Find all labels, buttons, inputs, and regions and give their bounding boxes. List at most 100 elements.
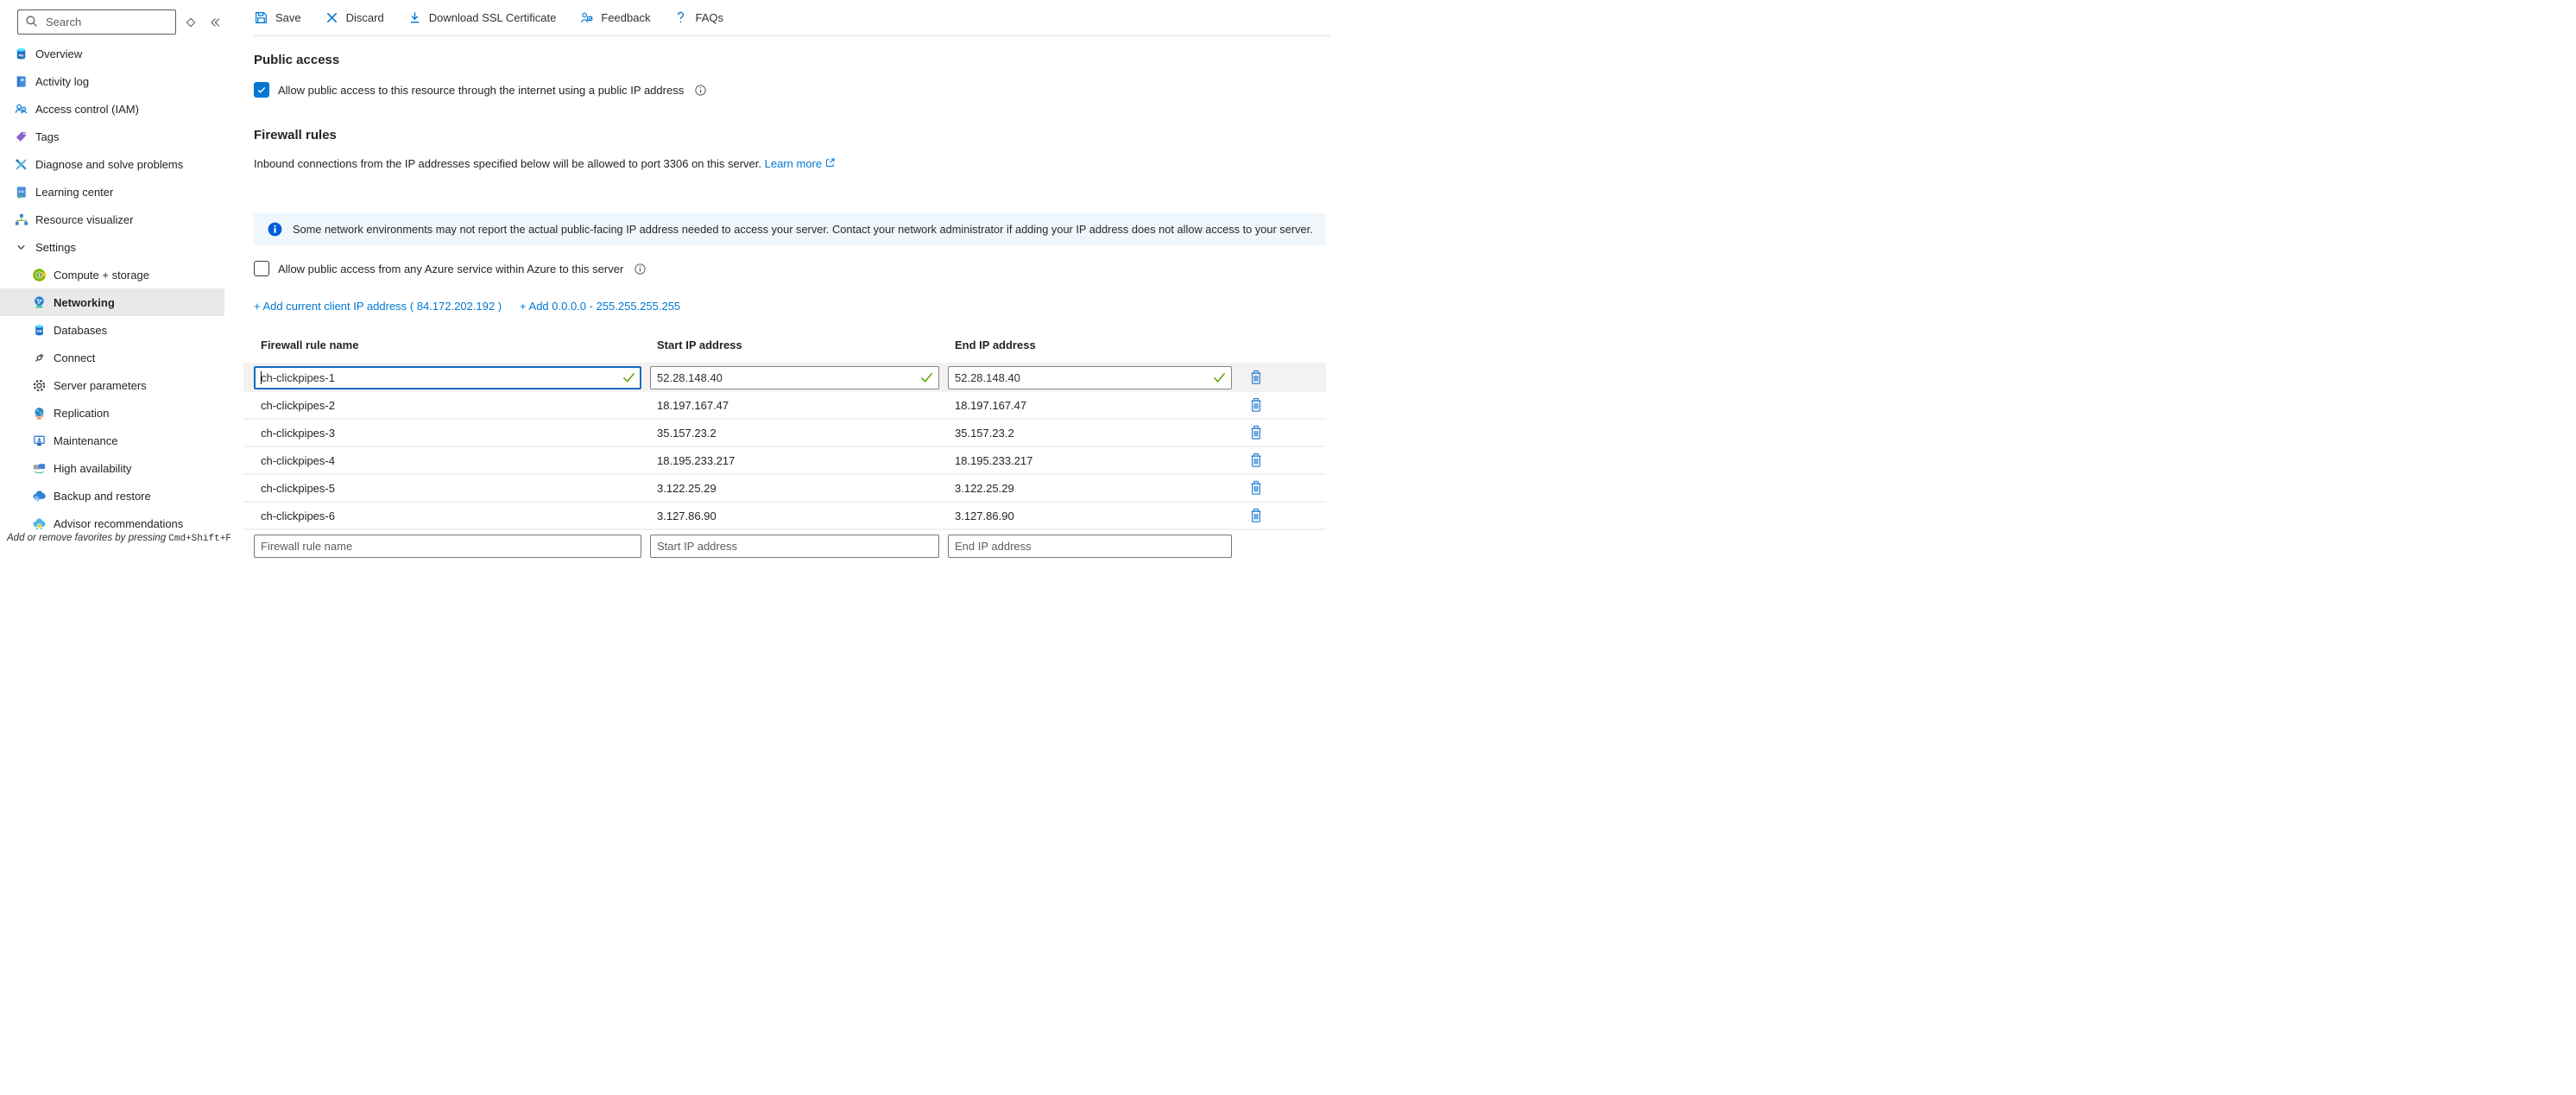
public-access-checkbox[interactable]	[254, 82, 269, 98]
backup-restore-icon	[32, 489, 47, 503]
save-button[interactable]: Save	[254, 10, 301, 25]
new-end-ip-input[interactable]	[948, 535, 1232, 558]
svg-text:DB: DB	[37, 328, 42, 332]
download-ssl-label: Download SSL Certificate	[429, 11, 557, 24]
sidebar-item-activity-log[interactable]: Activity log	[0, 67, 224, 95]
new-rule-name-input[interactable]	[254, 535, 641, 558]
sidebar-item-maintenance[interactable]: Maintenance	[0, 427, 224, 454]
info-banner: Some network environments may not report…	[254, 213, 1326, 245]
valid-check-icon	[1213, 372, 1226, 386]
question-mark-icon	[673, 10, 688, 25]
networking-pane: Save Discard Download SSL Certificate Fe…	[224, 0, 1335, 548]
sidebar-item-compute-storage[interactable]: $ Compute + storage	[0, 261, 224, 288]
faqs-button[interactable]: FAQs	[673, 10, 723, 25]
search-input[interactable]: Search	[17, 9, 176, 35]
discard-label: Discard	[346, 11, 384, 24]
feedback-button[interactable]: Feedback	[579, 10, 650, 25]
feedback-icon	[579, 10, 594, 25]
delete-rule-button[interactable]	[1247, 368, 1272, 387]
delete-rule-button[interactable]	[1247, 423, 1272, 442]
sidebar-item-label: Databases	[54, 324, 107, 337]
resize-menu-icon[interactable]	[182, 13, 200, 32]
sidebar-item-high-availability[interactable]: High availability	[0, 454, 224, 482]
favorites-hint: Add or remove favorites by pressing Cmd+…	[7, 533, 231, 544]
faqs-label: FAQs	[695, 11, 723, 24]
info-icon[interactable]	[634, 263, 647, 275]
firewall-rule-row: ch-clickpipes-5 3.122.25.29 3.122.25.29	[243, 475, 1326, 503]
firewall-rule-row: ch-clickpipes-2 18.197.167.47 18.197.167…	[243, 392, 1326, 420]
replication-globe-icon	[32, 406, 47, 421]
sidebar-item-server-parameters[interactable]: Server parameters	[0, 371, 224, 399]
azure-services-checkbox[interactable]	[254, 261, 269, 276]
sidebar-item-label: Access control (IAM)	[35, 103, 139, 116]
sidebar-item-backup-restore[interactable]: Backup and restore	[0, 482, 224, 510]
trash-icon	[1249, 508, 1263, 523]
column-header-start-ip: Start IP address	[650, 339, 948, 351]
add-client-ip-link[interactable]: + Add current client IP address ( 84.172…	[254, 300, 502, 313]
delete-rule-button[interactable]	[1247, 478, 1272, 497]
start-ip-cell: 3.127.86.90	[650, 510, 948, 522]
valid-check-icon	[920, 372, 933, 386]
sidebar-item-label: Activity log	[35, 75, 89, 88]
compute-storage-icon: $	[32, 268, 47, 282]
sidebar-item-label: Maintenance	[54, 434, 117, 447]
delete-rule-button[interactable]	[1247, 506, 1272, 525]
firewall-rules-table: Firewall rule name Start IP address End …	[254, 339, 1326, 558]
download-ssl-certificate-button[interactable]: Download SSL Certificate	[407, 10, 557, 25]
diagnose-tools-icon	[14, 157, 28, 172]
networking-icon	[32, 295, 47, 310]
add-ip-links: + Add current client IP address ( 84.172…	[254, 300, 1335, 313]
end-ip-cell: 3.127.86.90	[948, 510, 1241, 522]
info-icon[interactable]	[694, 84, 707, 97]
collapse-menu-icon[interactable]	[206, 13, 224, 32]
rule-name-input[interactable]	[254, 366, 641, 389]
sidebar-item-networking[interactable]: Networking	[0, 288, 224, 316]
trash-icon	[1249, 397, 1263, 413]
trash-icon	[1249, 453, 1263, 468]
end-ip-cell: 18.197.167.47	[948, 399, 1241, 412]
delete-rule-button[interactable]	[1247, 451, 1272, 470]
sidebar-search-row: Search	[0, 9, 224, 35]
firewall-description-text: Inbound connections from the IP addresse…	[254, 157, 761, 170]
sidebar-item-access-control[interactable]: Access control (IAM)	[0, 95, 224, 123]
mysql-server-icon: My	[14, 47, 28, 61]
start-ip-input[interactable]	[650, 366, 939, 389]
discard-button[interactable]: Discard	[325, 10, 384, 25]
end-ip-input-wrap	[948, 366, 1232, 389]
sidebar-item-resource-visualizer[interactable]: Resource visualizer	[0, 206, 224, 233]
add-all-ips-link[interactable]: + Add 0.0.0.0 - 255.255.255.255	[520, 300, 680, 313]
firewall-description: Inbound connections from the IP addresse…	[254, 157, 1335, 170]
firewall-rule-row: ch-clickpipes-6 3.127.86.90 3.127.86.90	[243, 503, 1326, 530]
sidebar-item-diagnose[interactable]: Diagnose and solve problems	[0, 150, 224, 178]
favorites-hint-shortcut: Cmd+Shift+F	[168, 534, 231, 544]
advisor-recommendations-icon	[32, 516, 47, 531]
sidebar-item-label: Connect	[54, 351, 95, 364]
feedback-label: Feedback	[601, 11, 650, 24]
new-start-ip-input[interactable]	[650, 535, 939, 558]
delete-rule-button[interactable]	[1247, 396, 1272, 415]
sidebar-item-label: Networking	[54, 296, 115, 309]
sidebar-group-label: Settings	[35, 241, 76, 254]
sidebar-item-overview[interactable]: My Overview	[0, 40, 224, 67]
sidebar-item-replication[interactable]: Replication	[0, 399, 224, 427]
learn-more-link[interactable]: Learn more	[765, 157, 822, 170]
resource-visualizer-icon	[14, 212, 28, 227]
sidebar-item-tags[interactable]: Tags	[0, 123, 224, 150]
rule-name-cell: ch-clickpipes-2	[254, 399, 650, 412]
sidebar-group-settings[interactable]: Settings	[0, 233, 224, 261]
trash-icon	[1249, 425, 1263, 440]
search-icon	[25, 15, 40, 29]
valid-check-icon	[622, 372, 635, 386]
chevron-down-icon	[14, 240, 28, 255]
sidebar-item-learning-center[interactable]: 101 Learning center	[0, 178, 224, 206]
svg-text:101: 101	[18, 189, 24, 193]
rule-name-cell: ch-clickpipes-4	[254, 454, 650, 467]
sidebar-item-databases[interactable]: DB Databases	[0, 316, 224, 344]
maintenance-icon	[32, 434, 47, 448]
end-ip-input[interactable]	[948, 366, 1232, 389]
sidebar-item-connect[interactable]: Connect	[0, 344, 224, 371]
favorites-hint-text: Add or remove favorites by pressing	[7, 533, 168, 543]
search-placeholder: Search	[46, 16, 81, 28]
save-label: Save	[275, 11, 301, 24]
svg-text:$: $	[38, 273, 41, 278]
